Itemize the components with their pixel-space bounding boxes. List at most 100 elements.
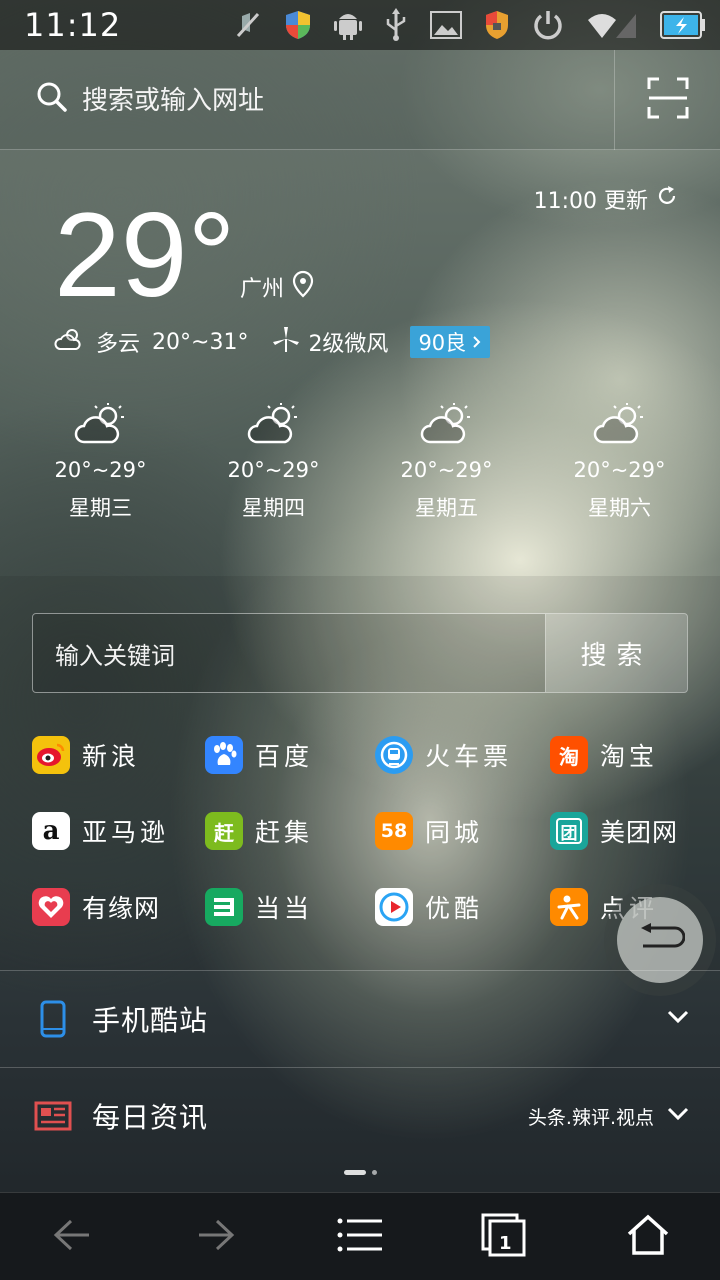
search-icon xyxy=(36,81,68,117)
forecast-day: 20°~29° 星期六 xyxy=(533,402,706,522)
site-label: 百度 xyxy=(255,742,314,771)
home-button[interactable] xyxy=(576,1193,720,1280)
forecast-day-name: 星期六 xyxy=(588,496,651,520)
battery-charging-icon xyxy=(660,10,706,40)
meituan-icon: 团 xyxy=(550,812,588,850)
weather-forecast: 20°~29° 星期三 20°~29° 星期四 20°~29° 星期五 20°~… xyxy=(14,402,706,522)
amazon-icon: a xyxy=(32,812,70,850)
site-label: 亚马逊 xyxy=(82,818,170,847)
section-title: 手机酷站 xyxy=(92,1004,209,1037)
site-baidu[interactable]: 百度 xyxy=(205,736,375,774)
site-train-ticket[interactable]: 火车票 xyxy=(375,736,550,774)
return-icon xyxy=(635,923,686,957)
aqi-badge[interactable]: 90良 xyxy=(410,326,491,358)
baidu-icon xyxy=(205,736,243,774)
url-search-placeholder: 搜索或输入网址 xyxy=(82,86,265,116)
page-dot-active xyxy=(344,1170,366,1175)
keyword-input[interactable]: 输入关键词 xyxy=(33,614,545,692)
58-icon: 58 xyxy=(375,812,413,850)
home-icon xyxy=(626,1214,670,1260)
keyword-search-bar: 输入关键词 搜索 xyxy=(32,613,688,693)
temperature-range: 20°~31° xyxy=(152,329,249,355)
forecast-day: 20°~29° 星期四 xyxy=(187,402,360,522)
weather-refresh[interactable]: 11:00 更新 xyxy=(534,183,678,215)
dangdang-icon xyxy=(205,888,243,926)
tabs-button[interactable]: 1 xyxy=(432,1193,576,1280)
power-icon xyxy=(532,9,564,41)
forecast-range: 20°~29° xyxy=(573,458,666,482)
site-ganji[interactable]: 赶 赶集 xyxy=(205,812,375,850)
news-icon xyxy=(34,1101,72,1131)
quick-sites-grid: 新浪 百度 火车票 淘 淘宝 a 亚马逊 赶 赶集 58 同城 团 美团网 有缘… xyxy=(32,736,712,926)
weibo-icon xyxy=(32,736,70,774)
keyword-search-button[interactable]: 搜索 xyxy=(545,614,687,692)
site-label: 赶集 xyxy=(255,818,314,847)
scan-button[interactable] xyxy=(614,50,720,150)
aqi-value: 90良 xyxy=(418,331,467,355)
taobao-icon: 淘 xyxy=(550,736,588,774)
partly-cloudy-icon xyxy=(420,402,474,450)
bottom-navigation: 1 xyxy=(0,1192,720,1280)
weather-conditions: 多云 20°~31° 2级微风 90良 xyxy=(54,325,491,359)
partly-cloudy-icon xyxy=(54,326,84,358)
status-bar: 11:12 xyxy=(0,0,720,50)
ganji-icon: 赶 xyxy=(205,812,243,850)
menu-button[interactable] xyxy=(288,1193,432,1280)
site-sina[interactable]: 新浪 xyxy=(32,736,205,774)
partly-cloudy-icon xyxy=(74,402,128,450)
site-dangdang[interactable]: 当当 xyxy=(205,888,375,926)
url-search-box[interactable]: 搜索或输入网址 xyxy=(36,80,264,117)
chevron-down-icon[interactable] xyxy=(666,1009,690,1029)
status-icons xyxy=(234,8,706,42)
section-mobile-sites[interactable]: 手机酷站 xyxy=(0,970,720,1067)
section-subtitle: 头条.辣评.视点 xyxy=(527,1106,654,1129)
forecast-day: 20°~29° 星期三 xyxy=(14,402,187,522)
back-icon xyxy=(53,1218,91,1256)
site-youku[interactable]: 优酷 xyxy=(375,888,550,926)
site-taobao[interactable]: 淘 淘宝 xyxy=(550,736,712,774)
android-debug-icon xyxy=(334,9,362,41)
usb-icon xyxy=(384,8,408,42)
phone-icon xyxy=(34,1000,72,1038)
site-label: 淘宝 xyxy=(600,742,659,771)
site-label: 同城 xyxy=(425,818,484,847)
wifi-icon xyxy=(586,10,638,40)
chevron-down-icon[interactable] xyxy=(666,1106,690,1126)
city-selector[interactable]: 广州 xyxy=(240,270,314,304)
search-header: 搜索或输入网址 xyxy=(0,50,720,150)
site-label: 美团网 xyxy=(600,818,679,847)
dianping-icon xyxy=(550,888,588,926)
condition-text: 多云 xyxy=(96,332,141,357)
site-amazon[interactable]: a 亚马逊 xyxy=(32,812,205,850)
back-button[interactable] xyxy=(0,1193,144,1280)
shield-lock-icon xyxy=(484,9,510,41)
partly-cloudy-icon xyxy=(593,402,647,450)
forward-button[interactable] xyxy=(144,1193,288,1280)
amazon-glyph: a xyxy=(42,816,60,846)
scan-icon xyxy=(647,77,689,123)
site-58-tongcheng[interactable]: 58 同城 xyxy=(375,812,550,850)
shield-icon xyxy=(284,9,312,41)
menu-icon xyxy=(337,1217,383,1257)
site-label: 新浪 xyxy=(82,742,141,771)
wind-icon xyxy=(272,325,300,359)
youku-icon xyxy=(375,888,413,926)
forecast-day-name: 星期三 xyxy=(69,496,132,520)
forward-icon xyxy=(197,1218,235,1256)
section-daily-news[interactable]: 每日资讯 头条.辣评.视点 xyxy=(0,1067,720,1164)
tab-count: 1 xyxy=(499,1232,512,1254)
update-time: 11:00 更新 xyxy=(533,189,648,214)
site-meituan[interactable]: 团 美团网 xyxy=(550,812,712,850)
refresh-icon xyxy=(656,185,678,213)
page-indicator xyxy=(344,1170,377,1175)
site-label: 当当 xyxy=(255,894,314,923)
site-label: 优酷 xyxy=(425,894,484,923)
site-label: 有缘网 xyxy=(82,894,161,923)
section-title: 每日资讯 xyxy=(92,1101,209,1134)
site-youyuan[interactable]: 有缘网 xyxy=(32,888,205,926)
youyuan-icon xyxy=(32,888,70,926)
current-temperature: 29° xyxy=(54,188,236,322)
partly-cloudy-icon xyxy=(247,402,301,450)
chevron-right-icon xyxy=(472,330,482,354)
mute-icon xyxy=(234,10,262,40)
